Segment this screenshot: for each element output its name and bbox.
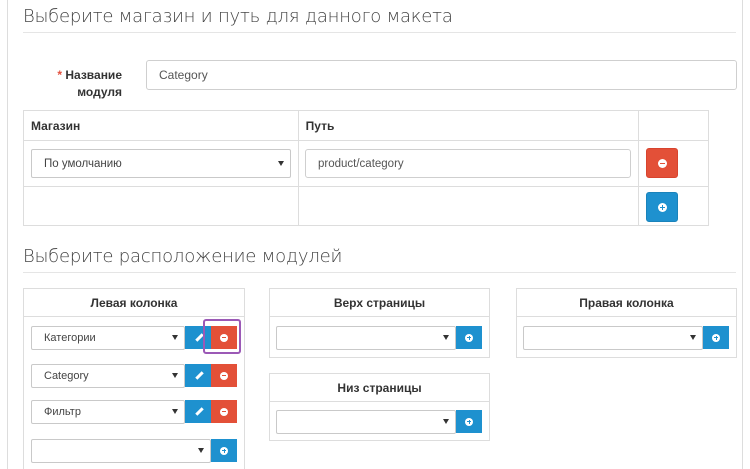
chevron-down-icon bbox=[172, 373, 178, 378]
left-add-module-select[interactable] bbox=[31, 439, 211, 463]
add-module-button[interactable] bbox=[211, 439, 237, 462]
minus-circle-icon bbox=[657, 158, 667, 168]
left-module-select[interactable]: Фильтр bbox=[31, 400, 185, 424]
store-select-value: По умолчанию bbox=[44, 157, 122, 170]
add-route-button[interactable] bbox=[646, 192, 678, 222]
module-name-input[interactable]: Category bbox=[146, 60, 737, 90]
module-name-label-line2: модуля bbox=[77, 85, 122, 99]
minus-circle-icon bbox=[220, 407, 228, 416]
chevron-down-icon bbox=[443, 335, 449, 340]
top-column-title: Верх страницы bbox=[270, 289, 489, 317]
left-module-select-value: Фильтр bbox=[44, 406, 81, 418]
minus-circle-icon bbox=[220, 371, 228, 380]
highlight-box bbox=[203, 319, 241, 354]
pencil-icon bbox=[194, 407, 203, 416]
column-header-actions bbox=[638, 110, 709, 141]
top-add-module-button[interactable] bbox=[456, 326, 482, 349]
edit-module-button[interactable] bbox=[185, 400, 211, 423]
top-add-module-select[interactable] bbox=[276, 326, 456, 350]
frame-left-border bbox=[7, 0, 8, 469]
plus-circle-icon bbox=[220, 446, 228, 455]
left-column-title: Левая колонка bbox=[24, 289, 244, 317]
bottom-add-module-button[interactable] bbox=[456, 410, 482, 433]
bottom-add-module-select[interactable] bbox=[276, 410, 456, 434]
chevron-down-icon bbox=[278, 160, 284, 166]
column-header-route: Путь bbox=[297, 110, 640, 141]
left-module-select-value: Category bbox=[44, 370, 89, 382]
table-header-row: Магазин Путь bbox=[23, 110, 709, 141]
plus-circle-icon bbox=[465, 417, 473, 426]
module-name-label-line1: Название bbox=[65, 68, 122, 82]
frame-right-border bbox=[742, 0, 743, 469]
remove-route-button[interactable] bbox=[646, 148, 678, 178]
chevron-down-icon bbox=[443, 419, 449, 424]
module-name-label: * Название модуля bbox=[40, 67, 122, 101]
plus-circle-icon bbox=[657, 202, 667, 212]
required-mark: * bbox=[57, 68, 62, 82]
right-add-module-button[interactable] bbox=[703, 326, 729, 349]
plus-circle-icon bbox=[465, 333, 473, 342]
left-module-select-value: Категории bbox=[44, 332, 96, 344]
chevron-down-icon bbox=[690, 335, 696, 340]
chevron-down-icon bbox=[172, 335, 178, 340]
remove-module-button[interactable] bbox=[211, 364, 237, 387]
left-module-select[interactable]: Категории bbox=[31, 326, 185, 350]
remove-module-button[interactable] bbox=[211, 400, 237, 423]
section-title-store-route: Выберите магазин и путь для данного маке… bbox=[23, 6, 453, 27]
pencil-icon bbox=[194, 371, 203, 380]
section-divider bbox=[23, 272, 736, 273]
right-column-title: Правая колонка bbox=[517, 289, 736, 317]
route-input[interactable]: product/category bbox=[305, 149, 631, 178]
chevron-down-icon bbox=[172, 409, 178, 414]
edit-module-button[interactable] bbox=[185, 364, 211, 387]
plus-circle-icon bbox=[712, 333, 720, 342]
section-divider bbox=[23, 32, 736, 33]
table-row-add bbox=[23, 186, 709, 226]
right-add-module-select[interactable] bbox=[523, 326, 703, 350]
chevron-down-icon bbox=[198, 448, 204, 453]
bottom-column-title: Низ страницы bbox=[270, 374, 489, 402]
store-select[interactable]: По умолчанию bbox=[31, 149, 291, 178]
section-title-positions: Выберите расположение модулей bbox=[23, 246, 343, 267]
column-header-store: Магазин bbox=[23, 110, 299, 141]
pencil-icon bbox=[194, 333, 203, 342]
left-module-select[interactable]: Category bbox=[31, 364, 185, 388]
